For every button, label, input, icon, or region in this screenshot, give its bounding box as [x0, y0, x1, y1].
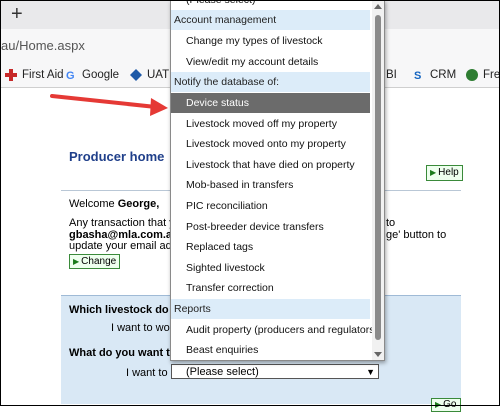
dropdown-option-sighted-livestock[interactable]: Sighted livestock: [171, 258, 370, 278]
dropdown-option-moved-onto[interactable]: Livestock moved onto my property: [171, 134, 370, 154]
play-arrow-icon: ▶: [430, 168, 437, 177]
change-label: Change: [81, 256, 117, 267]
scroll-up-icon[interactable]: [374, 4, 382, 9]
dropdown-option-post-breeder-transfers[interactable]: Post-breeder device transfers: [171, 217, 370, 237]
bookmark-label: CRM: [430, 69, 457, 81]
help-label: Help: [438, 167, 459, 178]
play-arrow-icon: ▶: [435, 400, 442, 409]
go-button[interactable]: ▶ Go: [431, 398, 461, 412]
dropdown-option-transfer-correction[interactable]: Transfer correction: [171, 278, 370, 298]
dropdown-option-beast-enquiries[interactable]: Beast enquiries: [171, 340, 370, 360]
action-dropdown-list[interactable]: (Please select) Account management Chang…: [170, 0, 385, 361]
play-arrow-icon: ▶: [73, 257, 80, 266]
bookmark-google[interactable]: G Google: [65, 67, 119, 83]
dropdown-option-audit-property[interactable]: Audit property (producers and regulators…: [171, 320, 378, 340]
dropdown-group-reports: Reports: [171, 299, 370, 319]
bookmark-bi[interactable]: BI: [386, 67, 397, 83]
annotation-arrow-icon: [50, 94, 168, 116]
bookmark-label: Fres: [483, 69, 500, 81]
help-button[interactable]: ▶ Help: [426, 165, 463, 181]
svg-text:S: S: [414, 70, 421, 81]
go-label: Go: [443, 399, 457, 410]
bookmark-crm[interactable]: S CRM: [413, 67, 456, 83]
bookmark-label: BI: [386, 69, 397, 81]
livestock-question: Which livestock do yo: [69, 304, 185, 316]
livestock-answer-label: I want to work: [111, 322, 179, 334]
page-title: Producer home: [69, 149, 165, 164]
dropdown-option-change-livestock-types[interactable]: Change my types of livestock: [171, 31, 370, 51]
change-button[interactable]: ▶ Change: [69, 254, 121, 269]
crm-icon: S: [413, 69, 425, 82]
intro-line-1-right: to: [386, 217, 396, 229]
dropdown-option-please-select[interactable]: (Please select): [171, 1, 370, 10]
chevron-down-icon: ▼: [366, 367, 375, 377]
action-answer-label: I want to: [126, 367, 168, 379]
dropdown-option-mob-based-transfers[interactable]: Mob-based in transfers: [171, 175, 370, 195]
bookmark-uat[interactable]: UAT: [130, 67, 169, 83]
diamond-icon: [130, 69, 142, 81]
bookmark-fres[interactable]: Fres: [466, 67, 500, 83]
bookmark-label: First Aid: [22, 69, 64, 81]
dropdown-option-died-on-property[interactable]: Livestock that have died on property: [171, 155, 370, 175]
first-aid-icon: [5, 69, 17, 81]
welcome-text: Welcome George,: [69, 198, 159, 210]
dropdown-scrollbar[interactable]: [372, 1, 384, 360]
dropdown-option-device-status[interactable]: Device status: [171, 93, 370, 113]
plus-icon: +: [11, 3, 23, 25]
dropdown-option-replaced-tags[interactable]: Replaced tags: [171, 237, 370, 257]
new-tab-button[interactable]: +: [11, 4, 31, 24]
dropdown-option-pic-reconciliation[interactable]: PIC reconciliation: [171, 196, 370, 216]
bookmark-first-aid[interactable]: First Aid: [5, 67, 64, 83]
intro-line-2-right: ge' button to: [386, 229, 447, 241]
scroll-down-icon[interactable]: [374, 352, 382, 357]
dropdown-option-view-edit-account[interactable]: View/edit my account details: [171, 52, 370, 72]
select-value: (Please select): [186, 366, 259, 378]
welcome-prefix: Welcome: [69, 198, 118, 210]
svg-text:G: G: [66, 70, 75, 81]
action-select[interactable]: (Please select) ▼: [171, 364, 379, 379]
fresh-icon: [466, 69, 478, 81]
action-question: What do you want to: [69, 347, 177, 359]
bookmark-label: UAT: [147, 69, 170, 81]
url-text[interactable]: au/Home.aspx: [1, 38, 85, 53]
google-icon: G: [65, 69, 77, 82]
dropdown-group-account-management: Account management: [171, 10, 370, 30]
dropdown-option-moved-off[interactable]: Livestock moved off my property: [171, 114, 370, 134]
dropdown-group-notify-database: Notify the database of:: [171, 72, 370, 92]
scrollbar-thumb[interactable]: [375, 15, 381, 340]
bookmark-label: Google: [82, 69, 120, 81]
welcome-name: George,: [117, 198, 160, 210]
